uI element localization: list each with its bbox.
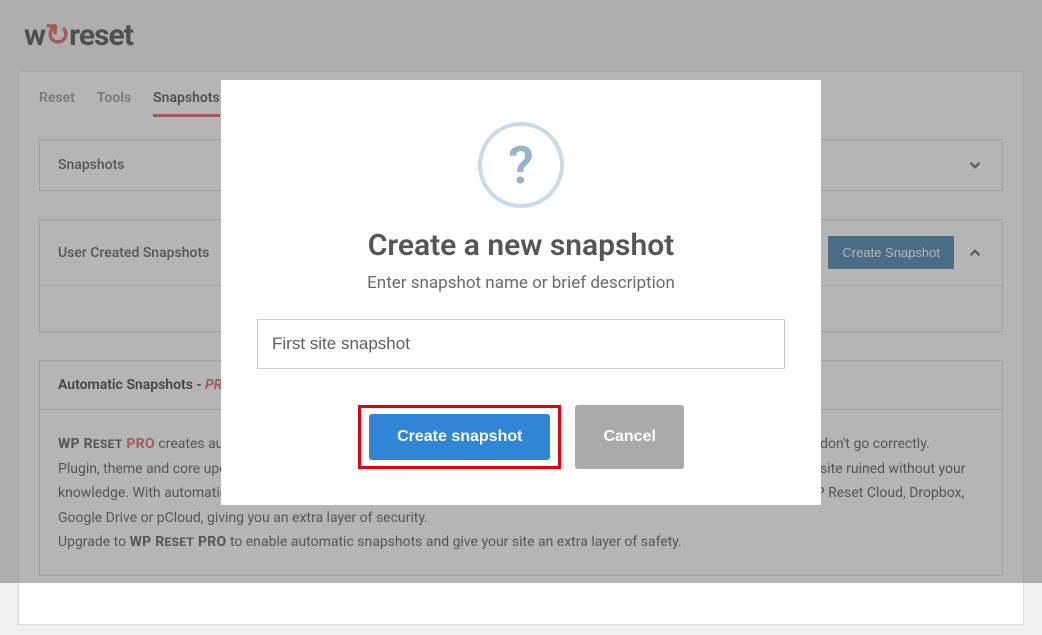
modal-cancel-button[interactable]: Cancel xyxy=(575,405,683,469)
highlight-annotation: Create snapshot xyxy=(358,405,561,469)
snapshot-name-input[interactable] xyxy=(257,319,785,369)
modal-button-row: Create snapshot Cancel xyxy=(257,405,785,469)
modal-title: Create a new snapshot xyxy=(257,228,785,263)
modal-create-button[interactable]: Create snapshot xyxy=(369,414,550,460)
modal-subtitle: Enter snapshot name or brief description xyxy=(257,273,785,293)
create-snapshot-modal: ? Create a new snapshot Enter snapshot n… xyxy=(221,80,821,505)
modal-overlay[interactable]: ? Create a new snapshot Enter snapshot n… xyxy=(0,0,1042,583)
question-icon: ? xyxy=(478,122,564,208)
